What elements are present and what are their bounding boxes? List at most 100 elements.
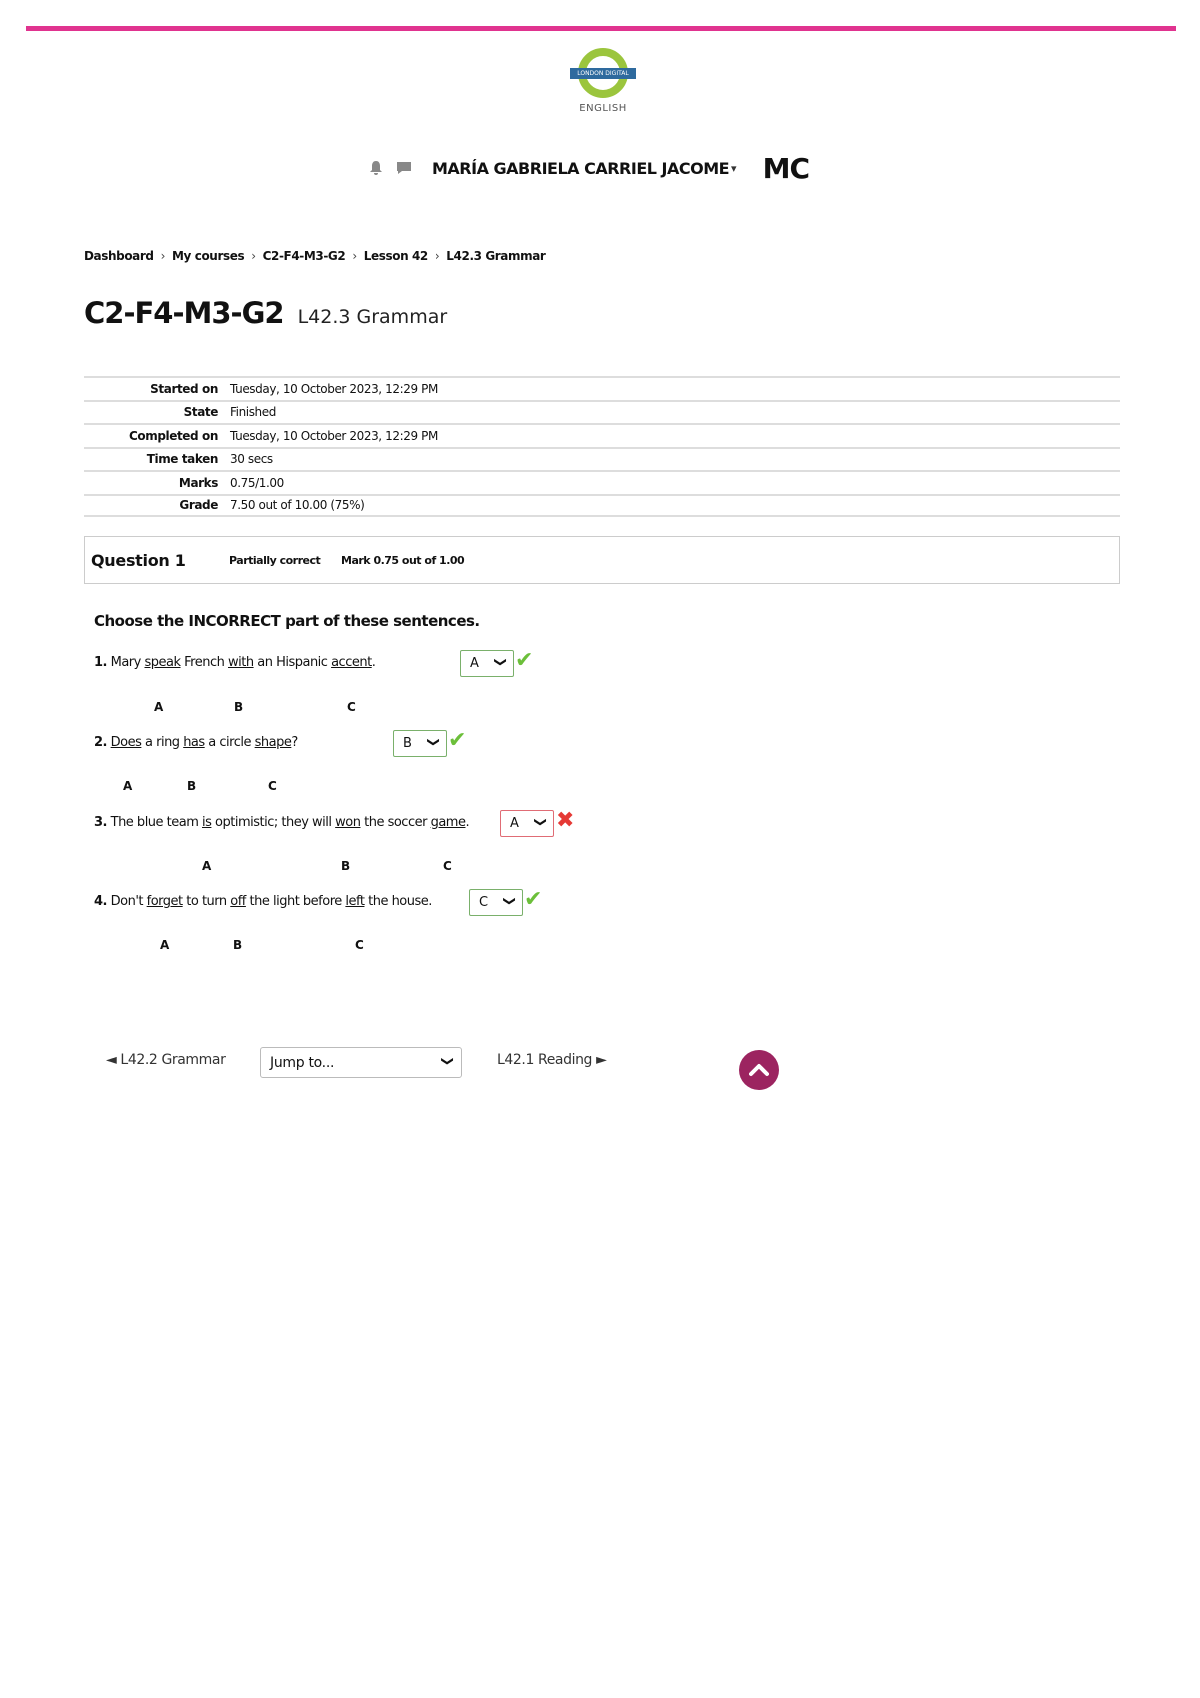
correct-check-icon: ✔	[524, 887, 543, 912]
chevron-down-icon: ❯	[502, 895, 517, 907]
logo-text: ENGLISH	[579, 103, 627, 114]
jump-to-label: Jump to...	[270, 1054, 335, 1071]
sentence-text: .	[371, 655, 376, 670]
sentence-text: French	[180, 655, 228, 670]
option-letter: A	[154, 700, 164, 714]
logo-bar-text: LONDON DIGITAL	[570, 68, 636, 79]
sentence-text: ?	[291, 735, 298, 750]
option-letter: A	[123, 779, 133, 793]
summary-label: Completed on	[128, 428, 218, 443]
option-letter: C	[268, 779, 277, 793]
question-mark: Mark 0.75 out of 1.00	[341, 553, 465, 567]
breadcrumb-course[interactable]: C2-F4-M3-G2	[263, 249, 346, 263]
user-name[interactable]: MARÍA GABRIELA CARRIEL JACOME	[432, 159, 730, 178]
answer-select-1[interactable]: A ❯	[460, 650, 514, 677]
summary-label: Time taken	[146, 452, 219, 467]
chat-icon[interactable]	[394, 158, 414, 178]
underlined-part-a: forget	[146, 894, 184, 909]
chevron-right-icon: ›	[251, 249, 256, 263]
underlined-part-b: with	[228, 655, 254, 670]
question-state: Partially correct	[229, 553, 321, 567]
summary-row: Completed on Tuesday, 10 October 2023, 1…	[84, 423, 1120, 447]
underlined-part-b: won	[335, 815, 361, 830]
top-accent-bar	[26, 26, 1176, 31]
summary-label: Started on	[150, 381, 218, 396]
summary-value: 30 secs	[230, 452, 273, 467]
breadcrumb-dashboard[interactable]: Dashboard	[84, 249, 154, 263]
summary-value: Tuesday, 10 October 2023, 12:29 PM	[230, 381, 438, 396]
answer-select-2[interactable]: B ❯	[393, 730, 447, 757]
underlined-part-b: has	[183, 735, 205, 750]
answer-select-3[interactable]: A ❯	[500, 810, 554, 837]
sentence-text: the soccer	[360, 815, 431, 830]
summary-row: Time taken 30 secs	[84, 446, 1120, 471]
underlined-part-b: off	[230, 894, 246, 909]
bell-icon[interactable]	[366, 158, 386, 178]
sentence-text: .	[465, 815, 470, 830]
chevron-down-icon: ❯	[426, 736, 441, 748]
option-letter: C	[355, 938, 364, 952]
item-number: 2.	[94, 735, 107, 750]
item-number: 3.	[94, 815, 107, 830]
user-menu-row: MARÍA GABRIELA CARRIEL JACOME ▾ MC	[366, 150, 810, 186]
chevron-down-icon[interactable]: ▾	[731, 162, 737, 175]
option-letter: B	[233, 938, 243, 952]
answer-select-4[interactable]: C ❯	[469, 889, 523, 916]
sentence-text: an Hispanic	[253, 655, 332, 670]
next-activity-link[interactable]: L42.1 Reading ►	[497, 1052, 607, 1068]
breadcrumb-my-courses[interactable]: My courses	[172, 249, 245, 263]
breadcrumb: Dashboard › My courses › C2-F4-M3-G2 › L…	[84, 249, 546, 263]
summary-row: Grade 7.50 out of 10.00 (75%)	[84, 493, 1120, 517]
summary-label: State	[183, 405, 219, 420]
underlined-part-a: speak	[144, 655, 181, 670]
question-instruction: Choose the INCORRECT part of these sente…	[94, 612, 480, 630]
underlined-part-c: game	[430, 815, 466, 830]
underlined-part-a: Does	[110, 735, 142, 750]
summary-row: State Finished	[84, 399, 1120, 424]
chevron-right-icon: ›	[434, 249, 440, 263]
sentence-text: The blue team	[110, 815, 203, 830]
question-info-box: Question 1 Partially correct Mark 0.75 o…	[84, 536, 1120, 584]
question-item-2: 2. Does a ring has a circle shape?	[94, 735, 298, 750]
question-item-3: 3. The blue team is optimistic; they wil…	[94, 815, 470, 830]
breadcrumb-activity[interactable]: L42.3 Grammar	[446, 249, 546, 263]
attempt-summary-table: Started on Tuesday, 10 October 2023, 12:…	[84, 376, 1120, 517]
underlined-part-a: is	[202, 815, 212, 830]
answer-value: A	[510, 816, 519, 831]
summary-label: Marks	[178, 475, 218, 490]
summary-label: Grade	[179, 498, 218, 513]
back-to-top-button[interactable]	[739, 1050, 779, 1090]
option-letter: C	[347, 700, 356, 714]
option-letter: B	[187, 779, 197, 793]
option-letter: B	[234, 700, 244, 714]
option-letter: A	[202, 859, 212, 873]
correct-check-icon: ✔	[515, 648, 534, 673]
item-number: 1.	[94, 655, 107, 670]
sentence-text: a ring	[141, 735, 184, 750]
correct-check-icon: ✔	[448, 728, 467, 753]
option-letter: B	[341, 859, 351, 873]
summary-value: 0.75/1.00	[230, 475, 284, 490]
sentence-text: optimistic; they will	[211, 815, 336, 830]
summary-row: Started on Tuesday, 10 October 2023, 12:…	[84, 376, 1120, 400]
chevron-right-icon: ›	[160, 249, 166, 263]
option-letter: A	[160, 938, 170, 952]
jump-to-select[interactable]: Jump to... ❯	[260, 1047, 462, 1078]
chevron-right-icon: ›	[352, 249, 357, 263]
option-letter: C	[443, 859, 452, 873]
underlined-part-c: shape	[254, 735, 292, 750]
underlined-part-c: left	[345, 894, 365, 909]
summary-value: 7.50 out of 10.00 (75%)	[230, 498, 365, 513]
sentence-text: the light before	[245, 894, 346, 909]
breadcrumb-lesson[interactable]: Lesson 42	[364, 249, 429, 263]
sentence-text: to turn	[182, 894, 231, 909]
incorrect-cross-icon: ✖	[556, 808, 575, 833]
prev-activity-link[interactable]: ◄ L42.2 Grammar	[106, 1052, 226, 1068]
site-logo[interactable]: LONDON DIGITAL ENGLISH	[570, 48, 636, 118]
underlined-part-c: accent	[331, 655, 372, 670]
page-title: C2-F4-M3-G2 L42.3 Grammar	[84, 296, 447, 330]
chevron-down-icon: ❯	[533, 816, 548, 828]
summary-value: Tuesday, 10 October 2023, 12:29 PM	[230, 428, 438, 443]
avatar[interactable]: MC	[763, 152, 810, 185]
summary-value: Finished	[230, 405, 276, 420]
